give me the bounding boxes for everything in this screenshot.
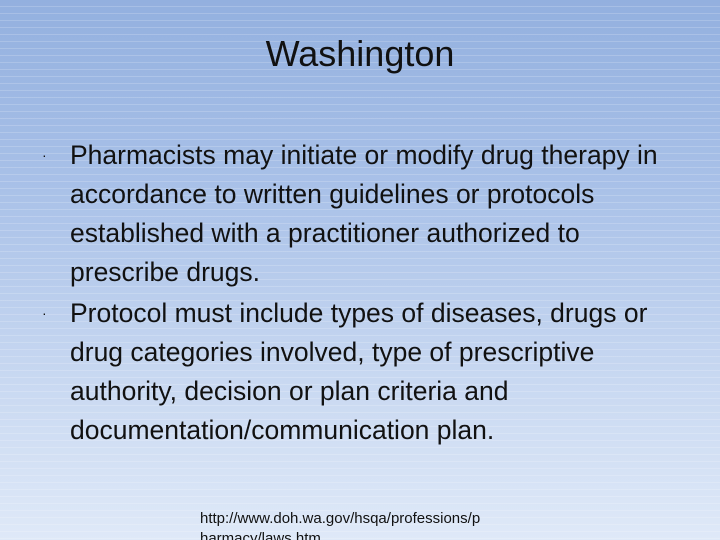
bullet-text: Pharmacists may initiate or modify drug … (70, 140, 658, 287)
slide-title: Washington (265, 33, 455, 74)
bullet-item: · Protocol must include types of diseases… (42, 294, 682, 450)
bullet-icon: · (42, 147, 47, 163)
bullet-list: · Pharmacists may initiate or modify drug… (42, 136, 682, 452)
bullet-icon: · (42, 305, 47, 321)
source-url-line1[interactable]: http://www.doh.wa.gov/hsqa/professions/p (200, 509, 540, 529)
bullet-text: Protocol must include types of diseases,… (70, 298, 648, 445)
source-url-line2[interactable]: harmacy/laws.htm (200, 529, 540, 540)
source-url[interactable]: http://www.doh.wa.gov/hsqa/professions/p… (200, 509, 540, 540)
bullet-item: · Pharmacists may initiate or modify drug… (42, 136, 682, 292)
